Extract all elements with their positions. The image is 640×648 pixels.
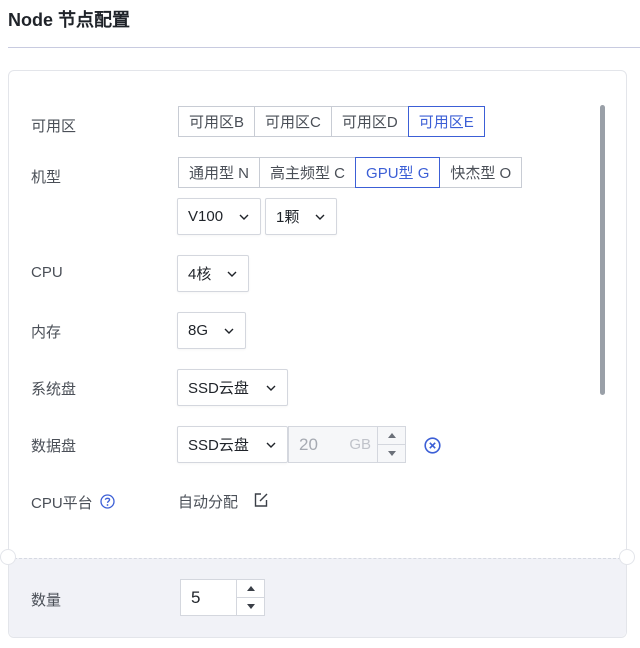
- card-notch-left: [0, 549, 16, 565]
- system-disk-select[interactable]: SSD云盘: [177, 369, 288, 406]
- increment-button[interactable]: [378, 427, 405, 444]
- zone-option-b[interactable]: 可用区B: [178, 106, 256, 137]
- caret-down-icon: [387, 451, 396, 456]
- chevron-down-icon: [239, 214, 249, 220]
- zone-option-c[interactable]: 可用区C: [254, 106, 332, 137]
- data-disk-unit: GB: [349, 436, 371, 453]
- gpu-model-value: V100: [188, 208, 224, 225]
- quantity-value: 5: [191, 587, 201, 607]
- quantity-label: 数量: [31, 592, 62, 609]
- caret-up-icon: [387, 433, 396, 438]
- data-disk-label: 数据盘: [31, 438, 77, 455]
- card-notch-right: [619, 549, 635, 565]
- instance-type-option-kuaijie[interactable]: 快杰型 O: [439, 157, 523, 188]
- memory-label: 内存: [31, 324, 62, 341]
- question-circle-icon[interactable]: [100, 494, 115, 509]
- system-disk-value: SSD云盘: [188, 380, 249, 397]
- gpu-count-value: 1颗: [276, 209, 300, 226]
- chevron-down-icon: [315, 214, 325, 220]
- chevron-down-icon: [266, 385, 276, 391]
- cpu-platform-value: 自动分配: [178, 494, 239, 511]
- node-config-card: 可用区 可用区B 可用区C 可用区D 可用区E 机型 通用型 N 高主频型 C …: [0, 70, 635, 638]
- close-circle-icon[interactable]: [424, 437, 441, 454]
- page-title: Node 节点配置: [8, 10, 131, 30]
- quantity-stepper: [236, 580, 264, 615]
- memory-select[interactable]: 8G: [177, 312, 246, 349]
- zone-option-e[interactable]: 可用区E: [407, 106, 485, 137]
- cpu-value: 4核: [188, 266, 212, 283]
- data-disk-type-select[interactable]: SSD云盘: [177, 426, 288, 463]
- memory-value: 8G: [188, 322, 209, 339]
- data-disk-stepper: [377, 427, 405, 462]
- scrollbar-thumb[interactable]: [600, 105, 605, 395]
- instance-type-label: 机型: [31, 169, 62, 186]
- quantity-section: [9, 558, 626, 637]
- chevron-down-icon: [224, 328, 234, 334]
- zone-selector: 可用区B 可用区C 可用区D 可用区E: [178, 106, 485, 137]
- data-disk-size-value: 20: [299, 434, 318, 454]
- gpu-model-select[interactable]: V100: [177, 198, 261, 235]
- data-disk-size-input[interactable]: 20 GB: [288, 426, 406, 463]
- decrement-button[interactable]: [237, 597, 264, 615]
- chevron-down-icon: [266, 442, 276, 448]
- cpu-select[interactable]: 4核: [177, 255, 249, 292]
- title-divider: [8, 47, 640, 48]
- chevron-down-icon: [227, 271, 237, 277]
- decrement-button[interactable]: [378, 444, 405, 462]
- system-disk-label: 系统盘: [31, 381, 77, 398]
- quantity-input[interactable]: 5: [180, 579, 265, 616]
- instance-type-selector: 通用型 N 高主频型 C GPU型 G 快杰型 O: [178, 157, 523, 188]
- gpu-count-select[interactable]: 1颗: [265, 198, 337, 235]
- cpu-label: CPU: [31, 264, 63, 281]
- cpu-platform-label: CPU平台: [31, 495, 93, 512]
- increment-button[interactable]: [237, 580, 264, 597]
- instance-type-option-general[interactable]: 通用型 N: [178, 157, 261, 188]
- caret-up-icon: [246, 586, 255, 591]
- instance-type-option-gpu[interactable]: GPU型 G: [355, 157, 441, 188]
- caret-down-icon: [246, 604, 255, 609]
- zone-label: 可用区: [31, 118, 77, 135]
- instance-type-option-high-freq[interactable]: 高主频型 C: [259, 157, 357, 188]
- data-disk-type-value: SSD云盘: [188, 437, 249, 454]
- edit-icon[interactable]: [253, 492, 269, 508]
- zone-option-d[interactable]: 可用区D: [330, 106, 409, 137]
